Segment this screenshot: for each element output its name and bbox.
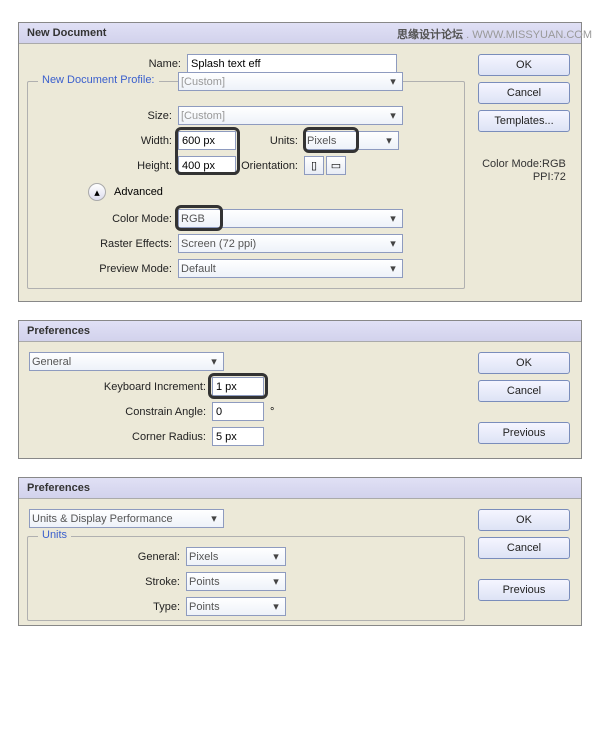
chevron-down-icon: ▾ (207, 355, 221, 368)
chevron-down-icon: ▾ (269, 550, 283, 563)
name-label: Name: (27, 58, 187, 70)
size-label: Size: (36, 110, 178, 122)
chevron-down-icon: ▾ (382, 134, 396, 147)
keyboard-increment-input[interactable] (212, 377, 264, 396)
raster-label: Raster Effects: (36, 238, 178, 250)
new-document-dialog: New Document Name: New Document Profile:… (18, 22, 582, 302)
type-units-label: Type: (36, 601, 186, 613)
preferences-general-dialog: Preferences General▾ Keyboard Increment:… (18, 320, 582, 459)
corner-radius-input[interactable] (212, 427, 264, 446)
chevron-down-icon: ▾ (386, 237, 400, 250)
name-input[interactable] (187, 54, 397, 73)
info-text: Color Mode:RGB PPI:72 (482, 158, 566, 184)
height-input[interactable] (178, 156, 236, 175)
color-mode-select[interactable]: RGB▾ (178, 209, 403, 228)
type-units-select[interactable]: Points▾ (186, 597, 286, 616)
preferences-units-dialog: Preferences Units & Display Performance▾… (18, 477, 582, 626)
advanced-toggle-icon[interactable]: ▴ (88, 183, 106, 201)
chevron-down-icon: ▾ (386, 109, 400, 122)
preview-label: Preview Mode: (36, 263, 178, 275)
angle-unit: ° (270, 406, 274, 418)
dialog-title: Preferences (19, 321, 581, 342)
general-units-label: General: (36, 551, 186, 563)
size-select[interactable]: [Custom]▾ (178, 106, 403, 125)
group-label: New Document Profile: (38, 74, 159, 86)
constrain-angle-label: Constrain Angle: (27, 406, 212, 418)
chevron-down-icon: ▾ (386, 212, 400, 225)
chevron-down-icon: ▾ (386, 75, 400, 88)
stroke-units-label: Stroke: (36, 576, 186, 588)
preview-select[interactable]: Default▾ (178, 259, 403, 278)
stroke-units-select[interactable]: Points▾ (186, 572, 286, 591)
cancel-button[interactable]: Cancel (478, 380, 570, 402)
orientation-label: Orientation: (236, 160, 304, 172)
corner-radius-label: Corner Radius: (27, 431, 212, 443)
section-select[interactable]: General▾ (29, 352, 224, 371)
height-label: Height: (36, 160, 178, 172)
profile-group: New Document Profile: [Custom]▾ Size: [C… (27, 81, 465, 289)
color-mode-label: Color Mode: (36, 213, 178, 225)
previous-button[interactable]: Previous (478, 579, 570, 601)
profile-select[interactable]: [Custom]▾ (178, 72, 403, 91)
units-select[interactable]: Pixels▾ (304, 131, 399, 150)
cancel-button[interactable]: Cancel (478, 537, 570, 559)
chevron-down-icon: ▾ (269, 575, 283, 588)
raster-select[interactable]: Screen (72 ppi)▾ (178, 234, 403, 253)
width-label: Width: (36, 135, 178, 147)
ok-button[interactable]: OK (478, 509, 570, 531)
keyboard-increment-label: Keyboard Increment: (27, 381, 212, 393)
constrain-angle-input[interactable] (212, 402, 264, 421)
previous-button[interactable]: Previous (478, 422, 570, 444)
templates-button[interactable]: Templates... (478, 110, 570, 132)
width-input[interactable] (178, 131, 236, 150)
chevron-down-icon: ▾ (386, 262, 400, 275)
cancel-button[interactable]: Cancel (478, 82, 570, 104)
chevron-down-icon: ▾ (207, 512, 221, 525)
dialog-title: Preferences (19, 478, 581, 499)
units-label: Units: (236, 135, 304, 147)
ok-button[interactable]: OK (478, 352, 570, 374)
section-select[interactable]: Units & Display Performance▾ (29, 509, 224, 528)
advanced-label: Advanced (114, 186, 163, 198)
units-group-label: Units (38, 529, 71, 541)
units-group: Units General: Pixels▾ Stroke: Points▾ T… (27, 536, 465, 621)
orientation-portrait-icon[interactable]: ▯ (304, 156, 324, 175)
chevron-down-icon: ▾ (269, 600, 283, 613)
general-units-select[interactable]: Pixels▾ (186, 547, 286, 566)
ok-button[interactable]: OK (478, 54, 570, 76)
orientation-landscape-icon[interactable]: ▭ (326, 156, 346, 175)
watermark: 思缘设计论坛 . WWW.MISSYUAN.COM (397, 26, 592, 42)
